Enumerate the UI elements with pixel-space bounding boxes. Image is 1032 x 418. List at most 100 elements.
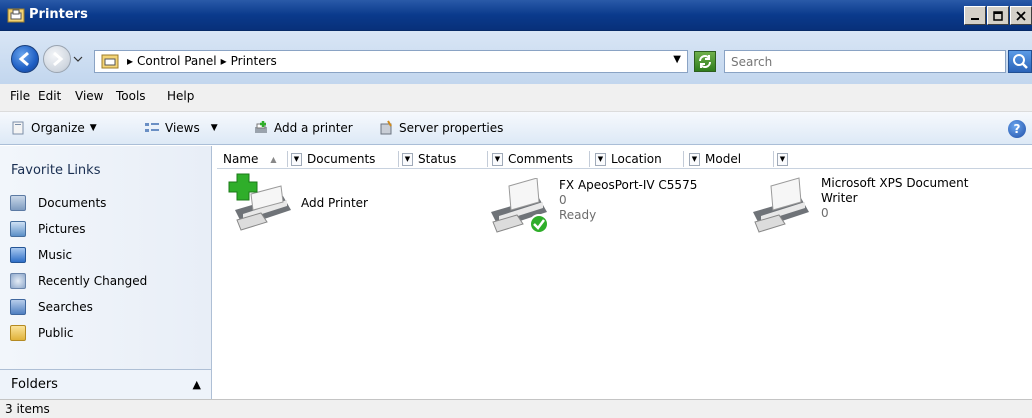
menu-file[interactable]: File <box>10 89 30 103</box>
menu-view[interactable]: View <box>75 89 103 103</box>
sort-ascending-icon: ▲ <box>270 154 277 164</box>
command-bar: Organize ▼ Views ▼ Add a printer Server … <box>0 112 1032 145</box>
column-filter-dropdown[interactable]: ▼ <box>689 152 700 166</box>
column-filter-dropdown[interactable]: ▼ <box>291 152 302 166</box>
column-label: Name <box>223 152 259 166</box>
help-icon: ? <box>1013 122 1021 136</box>
searches-icon <box>10 299 26 315</box>
column-filter-dropdown[interactable]: ▼ <box>595 152 606 166</box>
fav-item-documents[interactable]: Documents <box>10 190 147 216</box>
column-divider[interactable] <box>683 151 684 167</box>
menu-tools[interactable]: Tools <box>116 89 146 103</box>
search-input[interactable] <box>725 51 1005 72</box>
fav-item-pictures[interactable]: Pictures <box>10 216 147 242</box>
column-filter-dropdown[interactable]: ▼ <box>492 152 503 166</box>
column-divider[interactable] <box>287 151 288 167</box>
music-icon <box>10 247 26 263</box>
fav-item-recently-changed[interactable]: Recently Changed <box>10 268 147 294</box>
address-field[interactable]: ▸ Control Panel ▸ Printers ▼ <box>94 50 688 73</box>
menu-bar: File Edit View Tools Help <box>0 84 1032 112</box>
arrow-right-icon <box>53 51 64 67</box>
column-location[interactable]: ▼ Location <box>595 151 662 167</box>
status-bar: 3 items <box>0 399 1032 418</box>
breadcrumb: ▸ Control Panel ▸ Printers <box>127 54 277 68</box>
item-name-line2: Writer <box>821 191 858 205</box>
add-printer-label: Add a printer <box>274 121 353 135</box>
views-button[interactable]: Views ▼ <box>144 120 218 136</box>
item-document-count: 0 <box>821 206 829 220</box>
organize-icon <box>12 121 24 135</box>
chevron-right-icon[interactable]: ▸ <box>127 54 133 68</box>
search-field[interactable] <box>724 50 1006 73</box>
column-divider[interactable] <box>398 151 399 167</box>
server-properties-button[interactable]: Server properties <box>378 120 503 136</box>
column-comments[interactable]: ▼ Comments <box>492 151 573 167</box>
column-extra[interactable]: ▼ <box>777 151 793 167</box>
add-printer-icon <box>228 173 291 231</box>
address-bar: ▸ Control Panel ▸ Printers ▼ <box>0 31 1032 84</box>
forward-button[interactable] <box>43 45 71 73</box>
file-list[interactable]: Add Printer FX ApeosPort-IV C5575 0 Read… <box>213 170 1032 399</box>
fav-item-label: Searches <box>38 300 93 314</box>
public-folder-icon <box>10 325 26 341</box>
help-button[interactable]: ? <box>1008 120 1026 138</box>
back-button[interactable] <box>11 45 39 73</box>
column-status[interactable]: ▼ Status <box>402 151 456 167</box>
chevron-up-icon: ▲ <box>192 378 201 391</box>
server-properties-icon <box>380 120 392 135</box>
folders-label: Folders <box>11 377 58 392</box>
fav-item-label: Documents <box>38 196 107 210</box>
printer-item-microsoft-xps[interactable]: Microsoft XPS Document Writer 0 <box>749 176 968 238</box>
documents-icon <box>10 195 26 211</box>
breadcrumb-printers[interactable]: Printers <box>231 54 277 68</box>
column-documents[interactable]: ▼ Documents <box>291 151 375 167</box>
maximize-button[interactable] <box>987 6 1009 25</box>
refresh-icon <box>699 55 711 68</box>
column-divider[interactable] <box>487 151 488 167</box>
search-button[interactable] <box>1008 50 1032 73</box>
add-printer-item[interactable]: Add Printer <box>221 170 368 232</box>
title-bar[interactable]: Printers <box>0 0 1032 31</box>
server-properties-label: Server properties <box>399 121 504 135</box>
minimize-button[interactable] <box>964 6 986 25</box>
refresh-button[interactable] <box>694 51 716 72</box>
column-model[interactable]: ▼ Model <box>689 151 741 167</box>
menu-help[interactable]: Help <box>167 89 194 103</box>
folders-toggle[interactable]: Folders ▲ <box>0 369 211 399</box>
add-printer-icon <box>255 121 267 133</box>
close-button[interactable] <box>1010 6 1032 25</box>
chevron-right-icon[interactable]: ▸ <box>221 54 227 68</box>
breadcrumb-control-panel[interactable]: Control Panel <box>137 54 217 68</box>
column-filter-dropdown[interactable]: ▼ <box>402 152 413 166</box>
address-dropdown-icon[interactable]: ▼ <box>673 54 681 65</box>
fav-item-searches[interactable]: Searches <box>10 294 147 320</box>
item-document-count: 0 <box>559 193 567 207</box>
fav-item-public[interactable]: Public <box>10 320 147 346</box>
column-filter-dropdown[interactable]: ▼ <box>777 152 788 166</box>
minimize-icon <box>971 17 979 20</box>
column-divider[interactable] <box>589 151 590 167</box>
chevron-down-icon: ▼ <box>89 123 97 133</box>
fav-item-label: Public <box>38 326 74 340</box>
chevron-down-icon: ▼ <box>691 155 698 163</box>
add-printer-button[interactable]: Add a printer <box>253 120 353 136</box>
chevron-down-icon: ▼ <box>779 155 786 163</box>
column-label: Documents <box>307 152 376 166</box>
organize-button[interactable]: Organize ▼ <box>10 120 97 136</box>
menu-edit[interactable]: Edit <box>38 89 61 103</box>
column-label: Model <box>705 152 742 166</box>
item-name: Add Printer <box>301 196 368 210</box>
printer-item-fx-apeosport[interactable]: FX ApeosPort-IV C5575 0 Ready <box>487 178 697 240</box>
search-icon <box>1013 54 1028 69</box>
item-name: Microsoft XPS Document <box>821 176 969 190</box>
column-divider[interactable] <box>773 151 774 167</box>
fav-item-music[interactable]: Music <box>10 242 147 268</box>
column-name[interactable]: Name ▲ <box>223 151 277 167</box>
item-count: 3 items <box>5 402 50 416</box>
arrow-left-icon <box>18 51 29 67</box>
printer-icon <box>491 178 549 234</box>
column-header: Name ▲ ▼ Documents ▼ Status ▼ Comments ▼… <box>217 149 1032 169</box>
favorite-links-title: Favorite Links <box>11 163 101 178</box>
fav-item-label: Music <box>38 248 73 262</box>
recent-pages-dropdown[interactable] <box>73 55 83 63</box>
